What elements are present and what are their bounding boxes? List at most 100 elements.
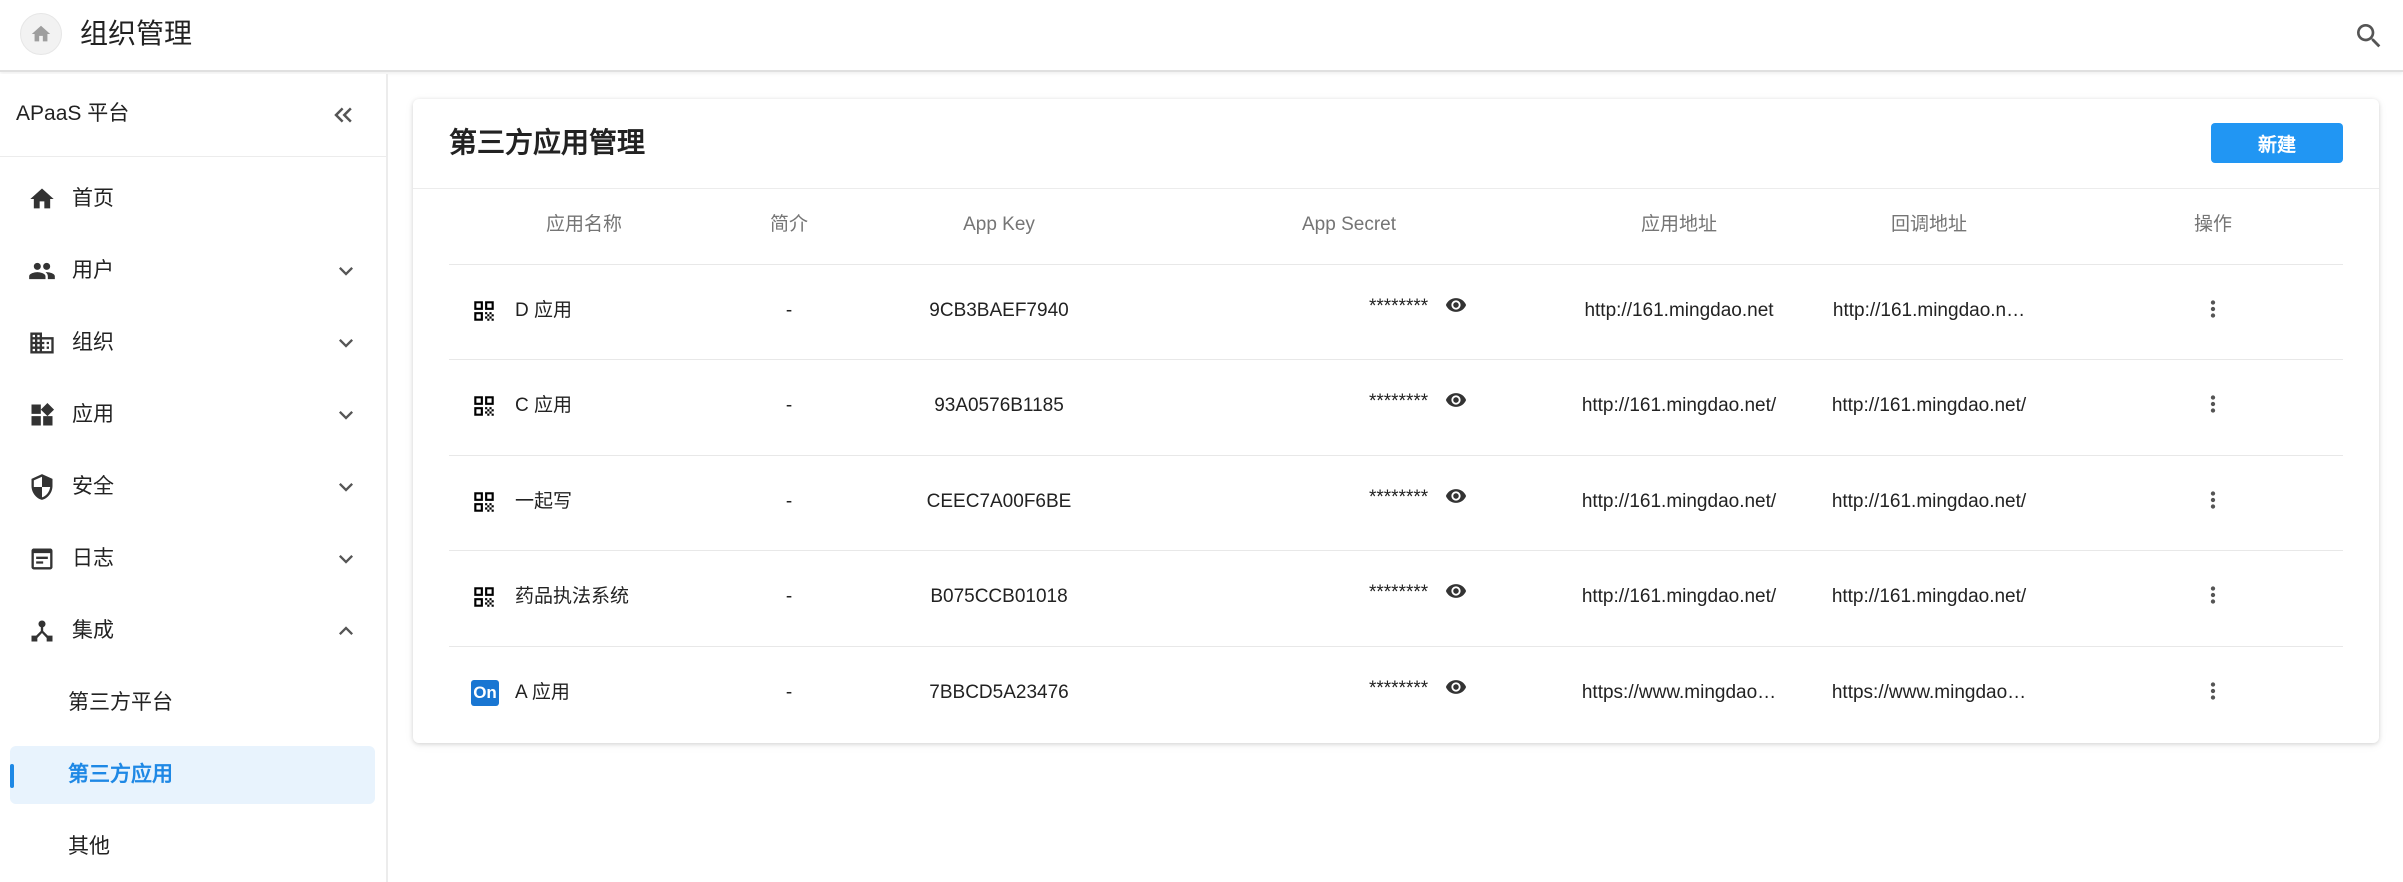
log-icon [28,545,56,573]
sidebar-item-label: 其他 [68,835,110,858]
more-vert-icon[interactable] [2200,678,2226,704]
sidebar-item-label: 第三方应用 [68,763,173,786]
row-divider [449,359,2343,360]
home-button[interactable] [20,13,62,55]
app-key: 9CB3BAEF7940 [929,300,1069,321]
more-vert-icon[interactable] [2200,391,2226,417]
eye-icon[interactable] [1445,580,1467,602]
top-bar: 组织管理 [0,0,2403,72]
app-url: http://161.mingdao.net/ [1581,586,1777,607]
callback-url: https://www.mingdao… [1831,682,2027,703]
callback-url: http://161.mingdao.net/ [1831,586,2027,607]
callback-url: http://161.mingdao.net/ [1831,395,2027,416]
sidebar-item-users[interactable]: 用户 [10,242,375,300]
app-secret: ******** [1369,487,1429,508]
app-name: 一起写 [515,491,573,512]
app-key: 7BBCD5A23476 [929,682,1069,703]
building-icon [28,329,56,357]
chevron-down-icon [332,257,360,285]
home-icon [28,185,56,213]
eye-icon[interactable] [1445,676,1467,698]
app-url: https://www.mingdao… [1581,682,1777,703]
shield-icon [28,473,56,501]
chevron-down-icon [332,401,360,429]
more-vert-icon[interactable] [2200,296,2226,322]
sidebar-item-integration[interactable]: 集成 [10,602,375,660]
app-url: http://161.mingdao.net/ [1581,395,1777,416]
chevron-down-icon [332,473,360,501]
chevron-down-icon [332,329,360,357]
callback-url: http://161.mingdao.n… [1832,300,2026,321]
column-header-callback-url: 回调地址 [1890,214,1967,235]
app-description: - [785,395,793,416]
home-icon [31,25,51,42]
page-title: 组织管理 [80,18,193,49]
app-name: A 应用 [515,682,570,703]
search-button[interactable] [2353,20,2385,52]
sidebar: APaaS 平台 首页 用户 组织 应用 安全 日志 集成 第三方平台 第三方应… [0,74,388,882]
brand-label: APaaS 平台 [16,102,130,125]
sidebar-item-organization[interactable]: 组织 [10,314,375,372]
app-name: D 应用 [515,300,573,321]
qr-code-icon [471,489,497,515]
app-description: - [785,586,793,607]
sidebar-item-label: 应用 [72,403,114,426]
column-header-app-url: 应用地址 [1640,214,1717,235]
app-key: CEEC7A00F6BE [926,491,1072,512]
row-divider [449,455,2343,456]
eye-icon[interactable] [1445,294,1467,316]
sidebar-subitem-other[interactable]: 其他 [10,818,375,876]
column-header-app-key: App Key [963,214,1035,235]
chevron-up-icon [332,617,360,645]
app-description: - [785,300,793,321]
more-vert-icon[interactable] [2200,487,2226,513]
app-description: - [785,491,793,512]
row-divider [449,264,2343,265]
qr-code-icon [471,584,497,610]
people-icon [28,257,56,285]
app-description: - [785,682,793,703]
chevron-down-icon [332,545,360,573]
column-header-name: 应用名称 [545,214,622,235]
sidebar-item-apps[interactable]: 应用 [10,386,375,444]
column-header-app-secret: App Secret [1302,214,1396,235]
app-logo: On [471,680,499,706]
sidebar-item-security[interactable]: 安全 [10,458,375,516]
third-party-apps-card: 第三方应用管理 新建 应用名称 简介 App Key App Secret 应用… [413,99,2379,743]
new-button[interactable]: 新建 [2211,123,2343,163]
eye-icon[interactable] [1445,485,1467,507]
card-divider [413,188,2379,189]
sidebar-item-label: 安全 [72,475,114,498]
widgets-icon [28,401,56,429]
integration-icon [28,617,56,645]
sidebar-item-label: 第三方平台 [68,691,173,714]
sidebar-divider [0,156,386,157]
sidebar-item-label: 日志 [72,547,114,570]
column-header-actions: 操作 [2193,214,2232,235]
sidebar-item-home[interactable]: 首页 [10,170,375,228]
active-indicator [10,764,14,788]
app-secret: ******** [1369,582,1429,603]
app-name: 药品执法系统 [515,586,630,607]
app-key: B075CCB01018 [930,586,1068,607]
sidebar-item-label: 集成 [72,619,114,642]
callback-url: http://161.mingdao.net/ [1831,491,2027,512]
more-vert-icon[interactable] [2200,582,2226,608]
collapse-sidebar-button[interactable] [328,100,358,130]
sidebar-subitem-third-party-platform[interactable]: 第三方平台 [10,674,375,732]
sidebar-item-label: 首页 [72,187,114,210]
card-title: 第三方应用管理 [449,127,646,158]
double-chevron-left-icon [334,107,352,123]
sidebar-item-logs[interactable]: 日志 [10,530,375,588]
sidebar-subitem-third-party-apps[interactable]: 第三方应用 [10,746,375,804]
app-url: http://161.mingdao.net [1584,300,1774,321]
eye-icon[interactable] [1445,389,1467,411]
app-secret: ******** [1369,296,1429,317]
sidebar-item-label: 用户 [72,259,114,282]
app-name: C 应用 [515,395,573,416]
qr-code-icon [471,298,497,324]
app-secret: ******** [1369,678,1429,699]
sidebar-item-label: 组织 [72,331,114,354]
column-header-description: 简介 [769,214,808,235]
app-secret: ******** [1369,391,1429,412]
